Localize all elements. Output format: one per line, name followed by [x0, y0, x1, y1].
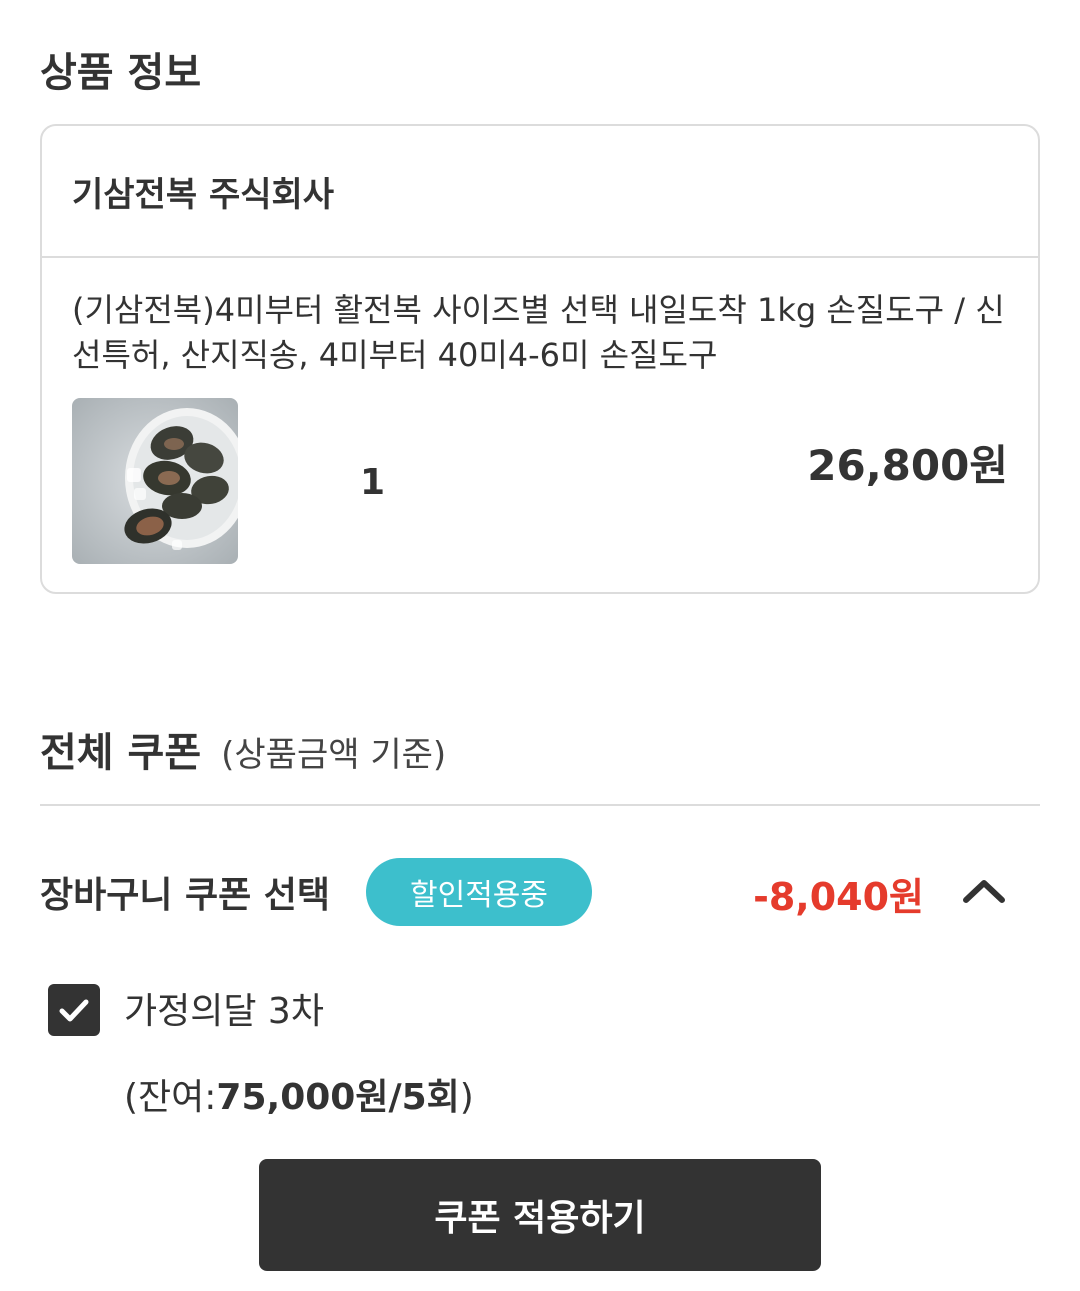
check-icon: [59, 999, 89, 1022]
product-price: 26,800원: [807, 441, 1008, 490]
product-name[interactable]: (기삼전복)4미부터 활전복 사이즈별 선택 내일도착 1kg 손질도구 / 신…: [72, 288, 1012, 378]
seller-name[interactable]: 기삼전복 주식회사: [72, 167, 334, 216]
remain-value: 75,000원/5회: [216, 1077, 460, 1118]
abalone-image[interactable]: [72, 398, 238, 564]
remain-suffix: ): [459, 1077, 474, 1118]
seller-row: 기삼전복 주식회사: [42, 126, 1038, 258]
coupon-subtitle: (상품금액 기준): [221, 735, 447, 775]
divider: [40, 804, 1040, 806]
discount-applied-badge: 할인적용중: [366, 858, 592, 926]
apply-coupon-button[interactable]: 쿠폰 적용하기: [259, 1159, 821, 1271]
coupon-checkbox[interactable]: [48, 984, 100, 1036]
quantity: 1: [360, 462, 386, 503]
coupon-name[interactable]: 가정의달 3차: [124, 982, 324, 1034]
chevron-up-icon[interactable]: [958, 870, 1010, 910]
coupon-section-title: 전체 쿠폰 (상품금액 기준): [40, 720, 446, 778]
coupon-remaining: (잔여:75,000원/5회): [124, 1068, 474, 1120]
page: 상품 정보 기삼전복 주식회사 (기삼전복)4미부터 활전복 사이즈별 선택 내…: [0, 0, 1080, 1291]
discount-amount: -8,040원: [753, 875, 924, 919]
product-card: 기삼전복 주식회사 (기삼전복)4미부터 활전복 사이즈별 선택 내일도착 1k…: [40, 124, 1040, 594]
page-title: 상품 정보: [40, 50, 202, 96]
coupon-title: 전체 쿠폰: [40, 730, 202, 776]
basket-coupon-label: 장바구니 쿠폰 선택: [40, 875, 331, 916]
remain-prefix: (잔여:: [124, 1077, 217, 1118]
